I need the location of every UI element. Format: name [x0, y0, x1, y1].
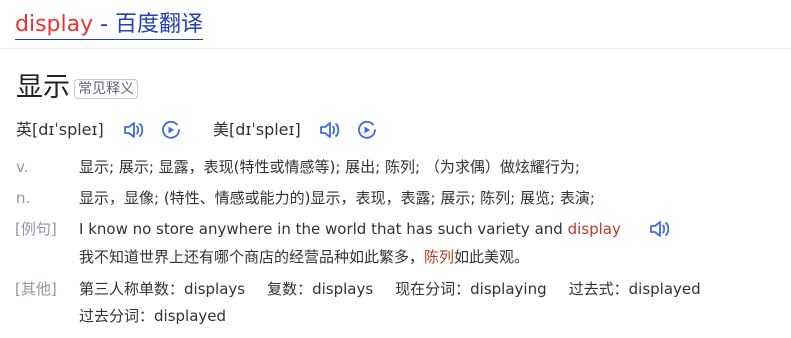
word-forms: 第三人称单数：displays 复数：displays 现在分词：displayin… [79, 279, 701, 299]
form-third-person: 第三人称单数：displays [79, 280, 246, 298]
slow-play-icon[interactable] [160, 120, 182, 140]
entry-word: 显示 [16, 72, 70, 103]
title-suffix: - 百度翻译 [93, 12, 204, 37]
pron-us-label: 美[dɪˈspleɪ] [213, 120, 301, 139]
example-zh: 我不知道世界上还有哪个商店的经营品种如此繁多，陈列如此美观。 [79, 247, 529, 267]
sense-pos: v. [16, 158, 29, 176]
slow-play-icon[interactable] [356, 120, 378, 140]
form-present-participle: 现在分词：displaying [395, 280, 547, 298]
sense-text: 显示; 展示; 显露，表现(特性或情感等); 展出; 陈列; （为求偶）做炫耀行… [79, 158, 580, 176]
title-keyword: display [15, 12, 94, 37]
example-en-text: I know no store anywhere in the world th… [79, 220, 568, 238]
example-zh-suffix: 如此美观。 [454, 248, 530, 266]
example-zh-highlight: 陈列 [424, 248, 455, 266]
example-zh-text: 我不知道世界上还有哪个商店的经营品种如此繁多， [79, 248, 425, 266]
result-title-link[interactable]: display - 百度翻译 [15, 11, 204, 40]
speaker-icon[interactable] [318, 120, 342, 140]
pron-uk-label: 英[dɪˈspleɪ] [16, 120, 104, 139]
form-past: 过去式：displayed [568, 280, 701, 298]
forms-tag: [其他] [15, 280, 57, 298]
divider [0, 48, 791, 49]
common-meaning-badge: 常见释义 [74, 79, 138, 99]
sense-pos: n. [16, 189, 31, 207]
form-plural: 复数：displays [267, 280, 374, 298]
form-past-participle: 过去分词：displayed [79, 307, 227, 325]
example-en: I know no store anywhere in the world th… [79, 219, 621, 239]
example-en-highlight: display [567, 220, 621, 238]
speaker-icon[interactable] [122, 120, 146, 140]
example-tag: [例句] [15, 220, 57, 238]
sense-text: 显示，显像; (特性、情感或能力的)显示，表现，表露; 展示; 陈列; 展览; … [79, 189, 595, 207]
speaker-icon[interactable] [648, 219, 672, 239]
